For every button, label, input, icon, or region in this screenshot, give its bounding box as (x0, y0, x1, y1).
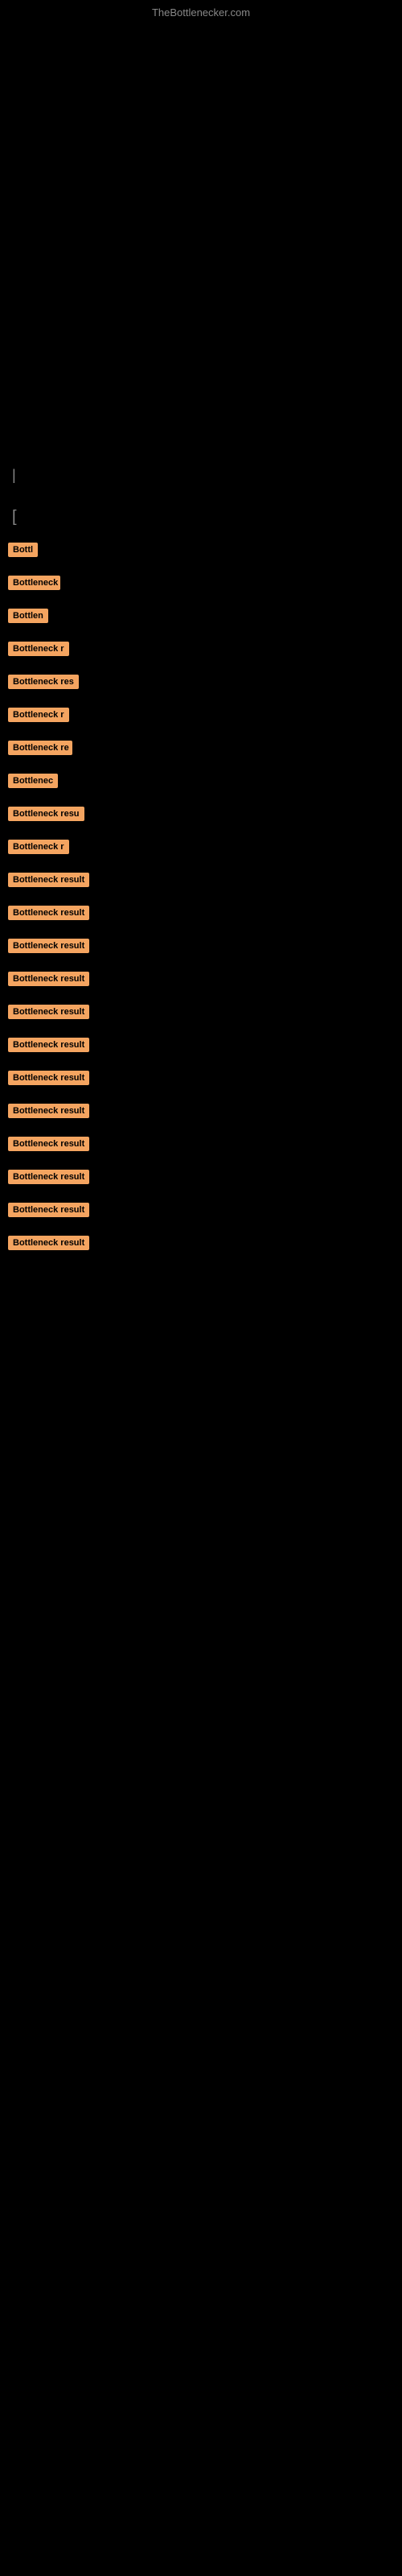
list-item[interactable]: Bottleneck re (8, 741, 394, 759)
bottleneck-badge[interactable]: Bottleneck result (8, 1104, 89, 1118)
bottleneck-badge[interactable]: Bottleneck (8, 576, 60, 590)
bottleneck-badge[interactable]: Bottleneck result (8, 1071, 89, 1085)
bottleneck-badge[interactable]: Bottleneck result (8, 1236, 89, 1250)
bottleneck-badge[interactable]: Bottleneck r (8, 708, 69, 722)
bottleneck-badge[interactable]: Bottleneck result (8, 873, 89, 887)
list-item[interactable]: Bottleneck result (8, 1071, 394, 1089)
bottleneck-badge[interactable]: Bottleneck result (8, 906, 89, 920)
list-item[interactable]: Bottleneck r (8, 642, 394, 660)
bottleneck-badge[interactable]: Bottleneck result (8, 1170, 89, 1184)
list-item[interactable]: Bottleneck result (8, 1005, 394, 1023)
list-item[interactable]: Bottleneck result (8, 1236, 394, 1254)
bottleneck-badge[interactable]: Bottl (8, 543, 38, 557)
list-item[interactable]: Bottleneck result (8, 873, 394, 891)
bottleneck-badge[interactable]: Bottleneck result (8, 1137, 89, 1151)
bottleneck-badge[interactable]: Bottleneck r (8, 642, 69, 656)
bottleneck-badge[interactable]: Bottleneck re (8, 741, 72, 755)
list-item[interactable]: Bottleneck (8, 576, 394, 594)
list-item[interactable]: Bottlenec (8, 774, 394, 792)
list-item[interactable]: Bottleneck result (8, 1170, 394, 1188)
list-item[interactable]: Bottleneck result (8, 1203, 394, 1221)
bottleneck-list: Bottl Bottleneck Bottlen Bottleneck r Bo… (8, 543, 394, 1269)
bottleneck-badge[interactable]: Bottleneck result (8, 1038, 89, 1052)
section-marker: [ (8, 508, 394, 526)
list-item[interactable]: Bottleneck result (8, 906, 394, 924)
bottleneck-badge[interactable]: Bottleneck resu (8, 807, 84, 821)
bottleneck-badge[interactable]: Bottleneck result (8, 972, 89, 986)
bottleneck-badge[interactable]: Bottleneck result (8, 1005, 89, 1019)
bottleneck-badge[interactable]: Bottleneck result (8, 939, 89, 953)
site-title: TheBottlenecker.com (152, 6, 250, 19)
bottleneck-badge[interactable]: Bottlen (8, 609, 48, 623)
list-item[interactable]: Bottleneck r (8, 708, 394, 726)
bottleneck-badge[interactable]: Bottleneck res (8, 675, 79, 689)
list-item[interactable]: Bottleneck resu (8, 807, 394, 825)
list-item[interactable]: Bottleneck result (8, 1137, 394, 1155)
bottleneck-badge[interactable]: Bottleneck r (8, 840, 69, 854)
list-item[interactable]: Bottleneck result (8, 939, 394, 957)
list-item[interactable]: Bottlen (8, 609, 394, 627)
bottleneck-badge[interactable]: Bottleneck result (8, 1203, 89, 1217)
list-item[interactable]: Bottl (8, 543, 394, 561)
list-item[interactable]: Bottleneck result (8, 972, 394, 990)
list-item[interactable]: Bottleneck r (8, 840, 394, 858)
list-item[interactable]: Bottleneck res (8, 675, 394, 693)
list-item[interactable]: Bottleneck result (8, 1104, 394, 1122)
bottleneck-badge[interactable]: Bottlenec (8, 774, 58, 788)
cursor-indicator: | (8, 467, 394, 484)
list-item[interactable]: Bottleneck result (8, 1038, 394, 1056)
